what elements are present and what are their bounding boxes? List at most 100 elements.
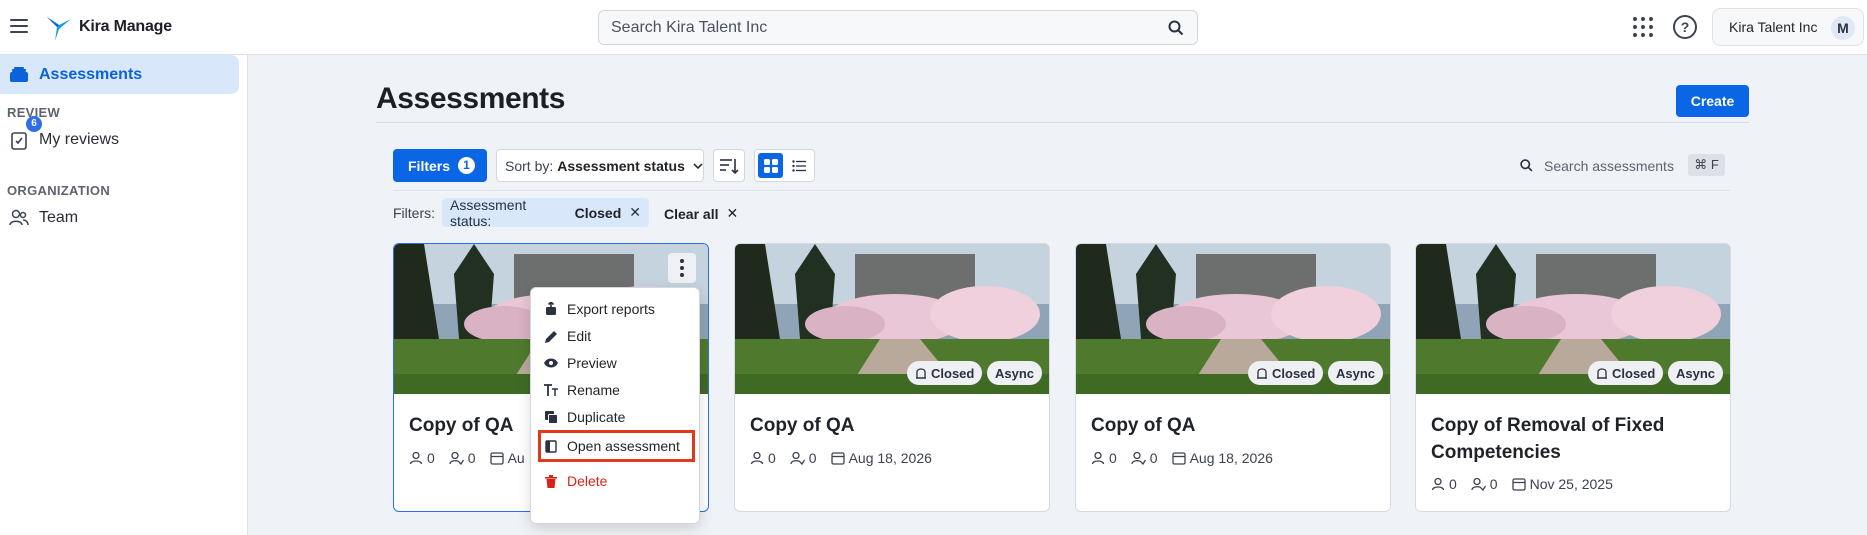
clear-all-label: Clear all	[664, 205, 719, 222]
search-icon[interactable]	[1167, 19, 1185, 37]
card-date: Nov 25, 2025	[1529, 476, 1613, 492]
menu-item-label: Open assessment	[567, 438, 680, 454]
assessment-card[interactable]: Closed Async Copy of QA 0 0 Aug 18, 2026	[1075, 243, 1391, 512]
sidebar-item-my-reviews[interactable]: 6 My reviews	[0, 116, 239, 159]
card-title: Copy of Removal of Fixed Competencies	[1431, 415, 1665, 463]
reviewers-count: 0	[467, 450, 476, 466]
divider	[376, 122, 1749, 123]
page-title: Assessments	[376, 82, 566, 115]
menu-icon[interactable]	[9, 16, 29, 36]
sort-direction-button[interactable]	[713, 149, 745, 182]
card-title: Copy of QA	[1091, 415, 1196, 436]
participants-count: 0	[1109, 450, 1117, 466]
participants-count: 0	[768, 450, 776, 466]
menu-item-open-assessment[interactable]: Open assessment	[538, 430, 695, 462]
filters-button-label: Filters	[408, 157, 451, 174]
assessment-card[interactable]: Closed Async Copy of Removal of Fixed Co…	[1415, 243, 1731, 512]
filters-count-badge: 1	[458, 157, 476, 174]
status-text: Closed	[1272, 365, 1316, 381]
grid-view-icon	[763, 158, 778, 173]
global-search-input[interactable]: Search Kira Talent Inc	[598, 10, 1198, 45]
divider	[393, 190, 1730, 191]
card-meta: 0 0 Nov 25, 2025	[1431, 476, 1627, 492]
type-badge: Async	[987, 361, 1043, 385]
status-text: Closed	[931, 365, 975, 381]
org-name: Kira Talent Inc	[1729, 19, 1818, 35]
card-date: Au	[507, 450, 525, 466]
global-search-placeholder: Search Kira Talent Inc	[611, 18, 768, 36]
card-title: Copy of QA	[750, 415, 855, 436]
menu-item-label: Duplicate	[567, 409, 626, 425]
menu-item-export-reports[interactable]: Export reports	[543, 296, 689, 322]
menu-item-label: Rename	[567, 382, 620, 398]
calendar-icon	[830, 452, 845, 465]
sort-prefix: Sort by:	[505, 157, 554, 174]
chevron-down-icon	[693, 162, 703, 169]
assessment-search-placeholder: Search assessments	[1544, 157, 1674, 174]
status-badge: Closed	[1588, 361, 1664, 385]
filters-button[interactable]: Filters 1	[393, 149, 487, 182]
menu-item-delete[interactable]: Delete	[543, 468, 689, 494]
card-date: Aug 18, 2026	[1189, 450, 1273, 466]
view-toggle	[754, 149, 815, 182]
pencil-icon	[544, 330, 557, 343]
card-meta: 0 0 Au	[409, 450, 539, 466]
sort-value: Assessment status	[557, 157, 685, 174]
keyboard-shortcut-hint: ⌘ F	[1688, 154, 1725, 176]
type-text: Async	[995, 365, 1035, 381]
reviewers-icon	[790, 451, 805, 465]
reviewers-icon	[1471, 477, 1486, 491]
reviewers-count: 0	[1149, 450, 1158, 466]
app-switcher-icon[interactable]	[1632, 16, 1654, 38]
open-panel-icon	[545, 439, 557, 453]
active-filters-label: Filters:	[393, 205, 435, 221]
sidebar-item-assessments[interactable]: Assessments	[0, 55, 239, 94]
assessments-icon	[10, 67, 28, 82]
calendar-icon	[1171, 452, 1186, 465]
sidebar-item-label: Assessments	[39, 65, 143, 83]
calendar-icon	[489, 452, 504, 465]
filter-chip-assessment-status: Assessment status: Closed ✕	[442, 197, 649, 229]
sidebar-item-label: My reviews	[39, 131, 120, 148]
org-switcher-button[interactable]: Kira Talent Inc M	[1712, 8, 1864, 46]
type-badge: Async	[1328, 361, 1384, 385]
create-button[interactable]: Create	[1676, 85, 1749, 117]
list-view-button[interactable]	[786, 153, 811, 178]
card-more-options-button[interactable]	[668, 253, 696, 283]
menu-item-edit[interactable]: Edit	[543, 323, 689, 349]
sidebar-item-label: Team	[39, 209, 79, 226]
lock-icon	[916, 368, 926, 379]
organization-section-heading: ORGANIZATION	[7, 183, 111, 198]
participants-icon	[1431, 477, 1445, 491]
card-date: Aug 18, 2026	[848, 450, 932, 466]
status-text: Closed	[1612, 365, 1656, 381]
app-name: Kira Manage	[79, 18, 172, 35]
menu-item-label: Edit	[567, 328, 592, 344]
eye-icon	[544, 358, 558, 368]
list-view-icon	[791, 159, 806, 172]
copy-icon	[544, 410, 558, 424]
menu-item-duplicate[interactable]: Duplicate	[543, 404, 689, 430]
top-bar: Kira Manage Search Kira Talent Inc ? Kir…	[0, 0, 1867, 55]
team-icon	[9, 209, 29, 226]
menu-item-rename[interactable]: Rename	[543, 377, 689, 403]
sidebar: Assessments REVIEW 6 My reviews ORGANIZA…	[0, 55, 248, 535]
help-icon[interactable]: ?	[1673, 15, 1697, 39]
clipboard-check-icon	[11, 132, 27, 150]
participants-icon	[750, 451, 764, 465]
sort-dropdown[interactable]: Sort by: Assessment status	[496, 149, 704, 182]
sidebar-item-team[interactable]: Team	[0, 199, 239, 237]
reviews-count-badge: 6	[26, 116, 42, 132]
assessment-card[interactable]: Closed Async Copy of QA 0 0 Aug 18, 2026	[734, 243, 1050, 512]
calendar-icon	[1511, 478, 1526, 491]
menu-item-preview[interactable]: Preview	[543, 350, 689, 376]
participants-count: 0	[1449, 476, 1457, 492]
participants-icon	[1091, 451, 1105, 465]
card-meta: 0 0 Aug 18, 2026	[750, 450, 946, 466]
clear-all-button[interactable]: Clear all ✕	[664, 205, 738, 222]
card-meta: 0 0 Aug 18, 2026	[1091, 450, 1287, 466]
remove-filter-icon[interactable]: ✕	[629, 204, 641, 221]
reviewers-count: 0	[1489, 476, 1498, 492]
grid-view-button[interactable]	[758, 153, 783, 178]
lock-icon	[1257, 368, 1267, 379]
